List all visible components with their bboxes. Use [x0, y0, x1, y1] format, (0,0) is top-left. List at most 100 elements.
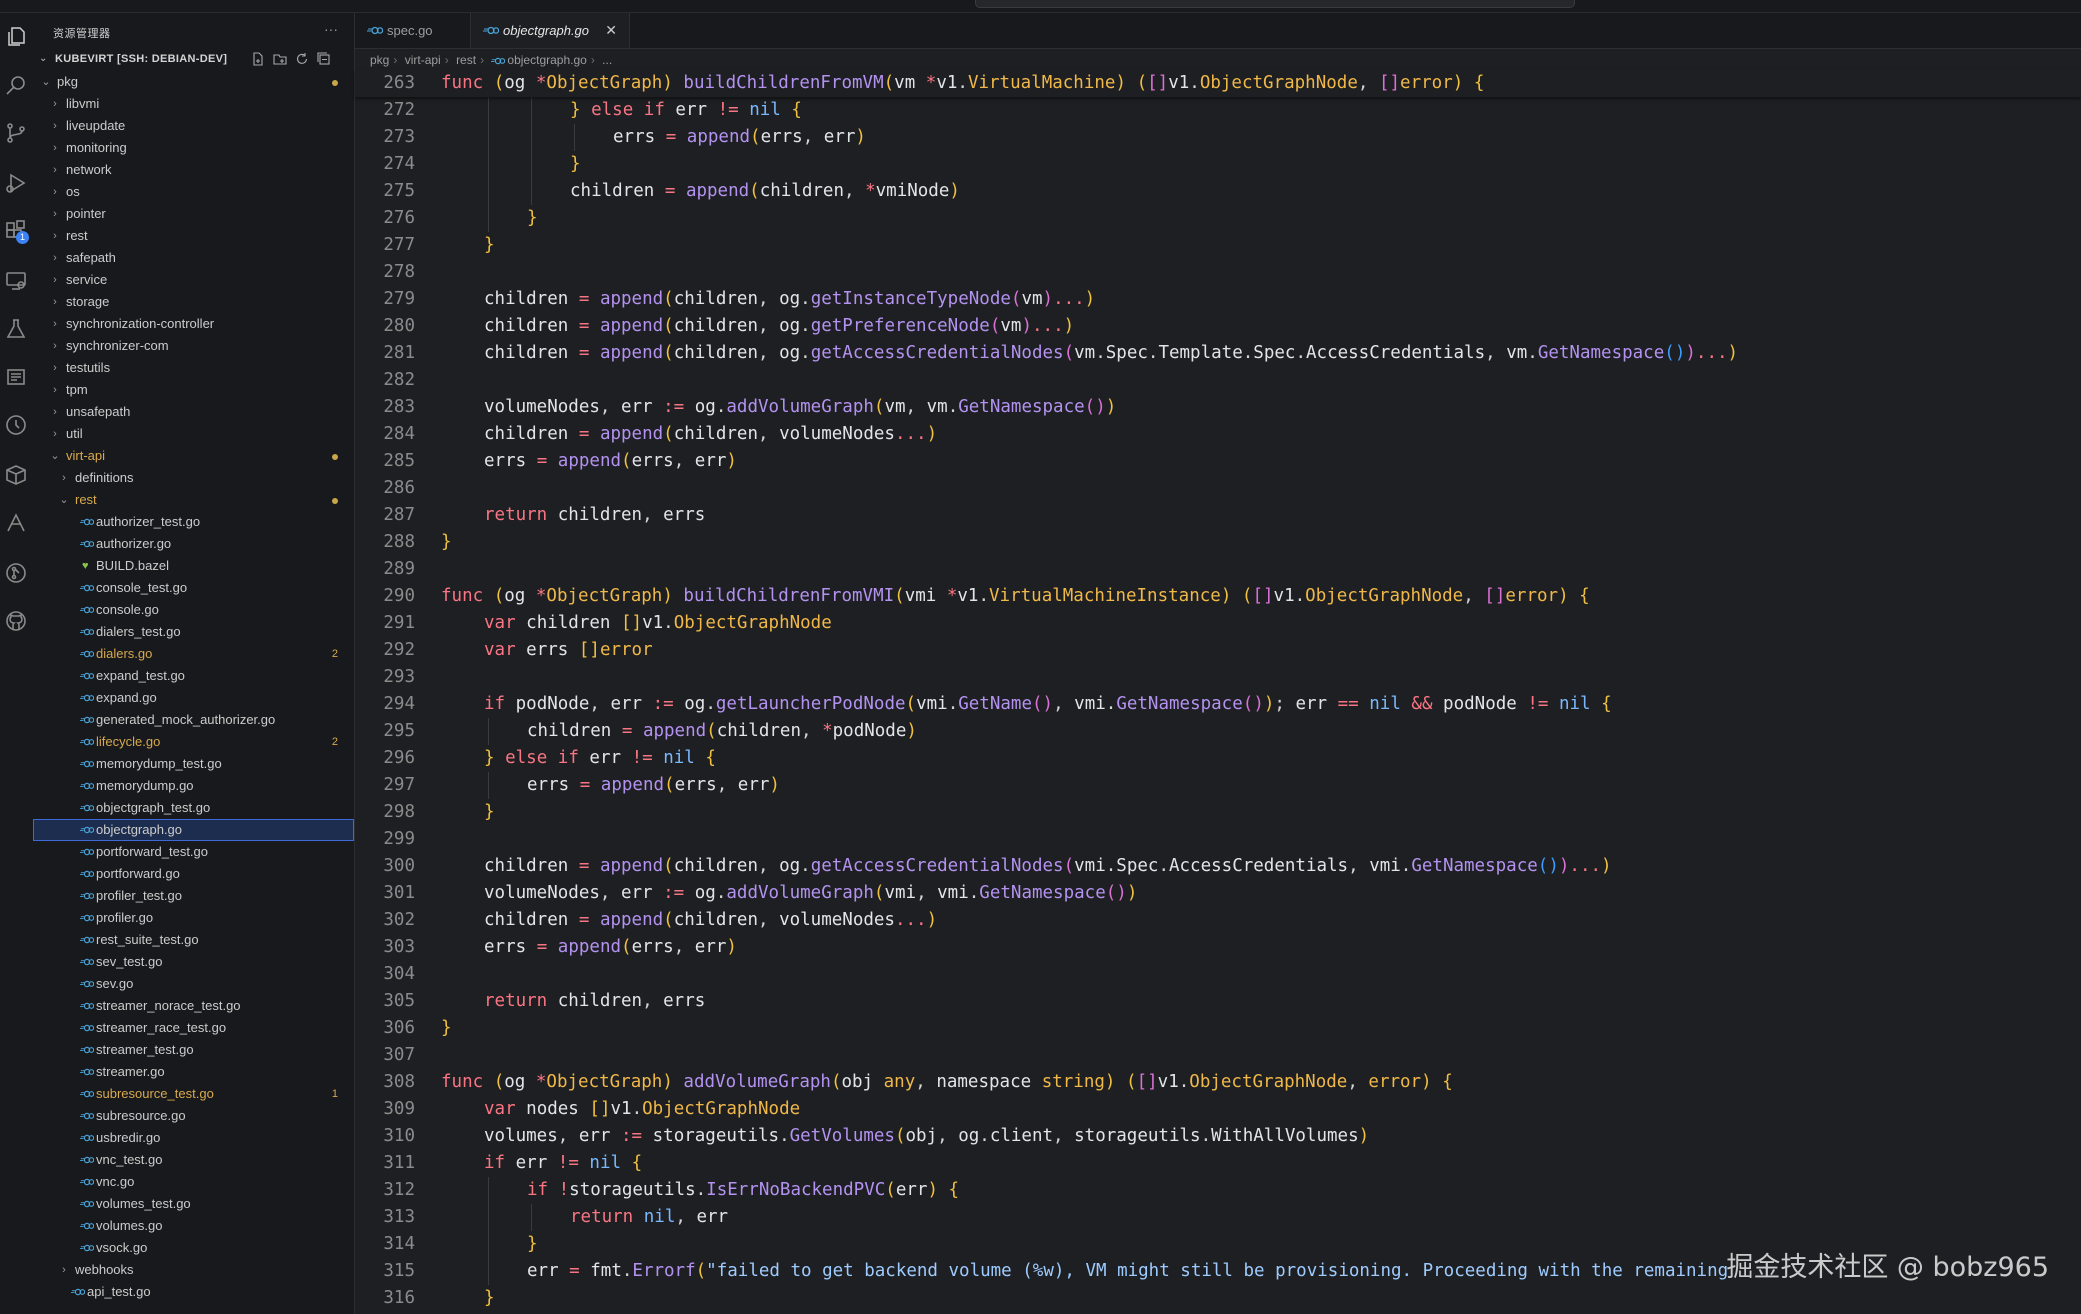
- code-line[interactable]: 284 children = append(children, volumeNod…: [355, 421, 2081, 448]
- tree-folder[interactable]: › monitoring: [33, 137, 354, 159]
- code-line[interactable]: 290 func (og *ObjectGraph) buildChildrenF…: [355, 583, 2081, 610]
- tree-file[interactable]: subresource.go: [33, 1105, 354, 1127]
- code-line[interactable]: 310 volumes, err := storageutils.GetVolum…: [355, 1123, 2081, 1150]
- tree-folder[interactable]: ⌄ rest: [33, 489, 354, 511]
- tree-file[interactable]: dialers.go 2: [33, 643, 354, 665]
- tree-file[interactable]: portforward_test.go: [33, 841, 354, 863]
- code-line[interactable]: 274}: [355, 151, 2081, 178]
- tree-folder[interactable]: › webhooks: [33, 1259, 354, 1281]
- tree-file[interactable]: subresource_test.go 1: [33, 1083, 354, 1105]
- code-line[interactable]: 279 children = append(children, og.getIns…: [355, 286, 2081, 313]
- timeline-icon[interactable]: [4, 413, 28, 437]
- code-line[interactable]: 305 return children, errs: [355, 988, 2081, 1015]
- tree-file[interactable]: volumes.go: [33, 1215, 354, 1237]
- tree-folder[interactable]: › testutils: [33, 357, 354, 379]
- sticky-scroll-line[interactable]: 263 func (og *ObjectGraph) buildChildrenF…: [355, 70, 2081, 97]
- code-line[interactable]: 281 children = append(children, og.getAcc…: [355, 340, 2081, 367]
- code-line[interactable]: 287 return children, errs: [355, 502, 2081, 529]
- run-debug-icon[interactable]: [4, 171, 28, 195]
- workspace-section-header[interactable]: ⌄ KUBEVIRT [SSH: DEBIAN-DEV]: [33, 50, 354, 70]
- tree-file[interactable]: expand.go: [33, 687, 354, 709]
- breadcrumb-item[interactable]: virt-api: [405, 53, 441, 67]
- refresh-icon[interactable]: [295, 52, 309, 66]
- close-icon[interactable]: ✕: [605, 13, 617, 48]
- tree-file[interactable]: api_test.go: [33, 1281, 354, 1303]
- breadcrumb-item[interactable]: ...: [602, 53, 612, 67]
- code-line[interactable]: 296} else if err != nil {: [355, 745, 2081, 772]
- tree-file[interactable]: console_test.go: [33, 577, 354, 599]
- breadcrumb-item[interactable]: pkg: [370, 53, 389, 67]
- tree-file[interactable]: ♥ BUILD.bazel: [33, 555, 354, 577]
- tree-folder[interactable]: › service: [33, 269, 354, 291]
- breadcrumb-item[interactable]: objectgraph.go: [507, 53, 586, 67]
- tree-folder[interactable]: › liveupdate: [33, 115, 354, 137]
- tree-file[interactable]: console.go: [33, 599, 354, 621]
- code-line[interactable]: 282: [355, 367, 2081, 394]
- source-control-icon[interactable]: [4, 121, 28, 145]
- tree-file[interactable]: volumes_test.go: [33, 1193, 354, 1215]
- code-line[interactable]: 285 errs = append(errs, err): [355, 448, 2081, 475]
- tree-file[interactable]: sev.go: [33, 973, 354, 995]
- copilot-icon[interactable]: [4, 511, 28, 535]
- code-line[interactable]: 291 var children []v1.ObjectGraphNode: [355, 610, 2081, 637]
- code-line[interactable]: 288}: [355, 529, 2081, 556]
- code-line[interactable]: 303 errs = append(errs, err): [355, 934, 2081, 961]
- code-line[interactable]: 293: [355, 664, 2081, 691]
- tree-folder[interactable]: › unsafepath: [33, 401, 354, 423]
- git-graph-icon[interactable]: [4, 561, 28, 585]
- tree-file[interactable]: memorydump.go: [33, 775, 354, 797]
- code-line[interactable]: 286: [355, 475, 2081, 502]
- code-line[interactable]: 273 errs = append(errs, err): [355, 124, 2081, 151]
- code-line[interactable]: 316}: [355, 1285, 2081, 1312]
- tree-folder[interactable]: › util: [33, 423, 354, 445]
- tree-file[interactable]: authorizer.go: [33, 533, 354, 555]
- tree-file[interactable]: sev_test.go: [33, 951, 354, 973]
- code-line[interactable]: 295 children = append(children, *podNode): [355, 718, 2081, 745]
- more-actions-icon[interactable]: ···: [324, 21, 338, 37]
- code-line[interactable]: 302 children = append(children, volumeNod…: [355, 907, 2081, 934]
- tree-file[interactable]: streamer_test.go: [33, 1039, 354, 1061]
- tree-file[interactable]: profiler.go: [33, 907, 354, 929]
- code-line[interactable]: 308 func (og *ObjectGraph) addVolumeGraph…: [355, 1069, 2081, 1096]
- tab-objectgraph-go[interactable]: objectgraph.go ✕: [470, 13, 630, 48]
- breadcrumb-item[interactable]: rest: [456, 53, 476, 67]
- code-line[interactable]: 283 volumeNodes, err := og.addVolumeGraph…: [355, 394, 2081, 421]
- tree-folder[interactable]: › libvmi: [33, 93, 354, 115]
- tree-file[interactable]: usbredir.go: [33, 1127, 354, 1149]
- code-line[interactable]: 312 if !storageutils.IsErrNoBackendPVC(er…: [355, 1177, 2081, 1204]
- tree-folder[interactable]: › network: [33, 159, 354, 181]
- tree-folder[interactable]: ⌄ virt-api: [33, 445, 354, 467]
- tree-folder[interactable]: › safepath: [33, 247, 354, 269]
- tree-file[interactable]: vnc.go: [33, 1171, 354, 1193]
- code-line[interactable]: 307: [355, 1042, 2081, 1069]
- code-line[interactable]: 309 var nodes []v1.ObjectGraphNode: [355, 1096, 2081, 1123]
- tree-file[interactable]: vnc_test.go: [33, 1149, 354, 1171]
- code-line[interactable]: 311 if err != nil {: [355, 1150, 2081, 1177]
- code-line[interactable]: 313 return nil, err: [355, 1204, 2081, 1231]
- code-line[interactable]: 304: [355, 961, 2081, 988]
- tree-folder[interactable]: › os: [33, 181, 354, 203]
- code-line[interactable]: 272} else if err != nil {: [355, 97, 2081, 124]
- containers-icon[interactable]: [4, 463, 28, 487]
- testing-icon[interactable]: [4, 317, 28, 341]
- tree-file[interactable]: portforward.go: [33, 863, 354, 885]
- code-line[interactable]: 277}: [355, 232, 2081, 259]
- tree-folder[interactable]: › synchronizer-com: [33, 335, 354, 357]
- code-line[interactable]: 299: [355, 826, 2081, 853]
- tree-file[interactable]: authorizer_test.go: [33, 511, 354, 533]
- tree-folder[interactable]: › tpm: [33, 379, 354, 401]
- tree-file[interactable]: objectgraph.go: [33, 819, 354, 841]
- tree-file[interactable]: streamer_norace_test.go: [33, 995, 354, 1017]
- github-icon[interactable]: [4, 609, 28, 633]
- tree-file[interactable]: vsock.go: [33, 1237, 354, 1259]
- tree-folder[interactable]: › synchronization-controller: [33, 313, 354, 335]
- code-line[interactable]: 306}: [355, 1015, 2081, 1042]
- new-folder-icon[interactable]: [273, 52, 287, 66]
- tree-file[interactable]: objectgraph_test.go: [33, 797, 354, 819]
- tab-spec-go[interactable]: spec.go: [355, 13, 470, 48]
- code-line[interactable]: 294 if podNode, err := og.getLauncherPodN…: [355, 691, 2081, 718]
- output-icon[interactable]: [4, 365, 28, 389]
- tree-file[interactable]: rest_suite_test.go: [33, 929, 354, 951]
- code-line[interactable]: 278: [355, 259, 2081, 286]
- search-icon[interactable]: [4, 73, 28, 97]
